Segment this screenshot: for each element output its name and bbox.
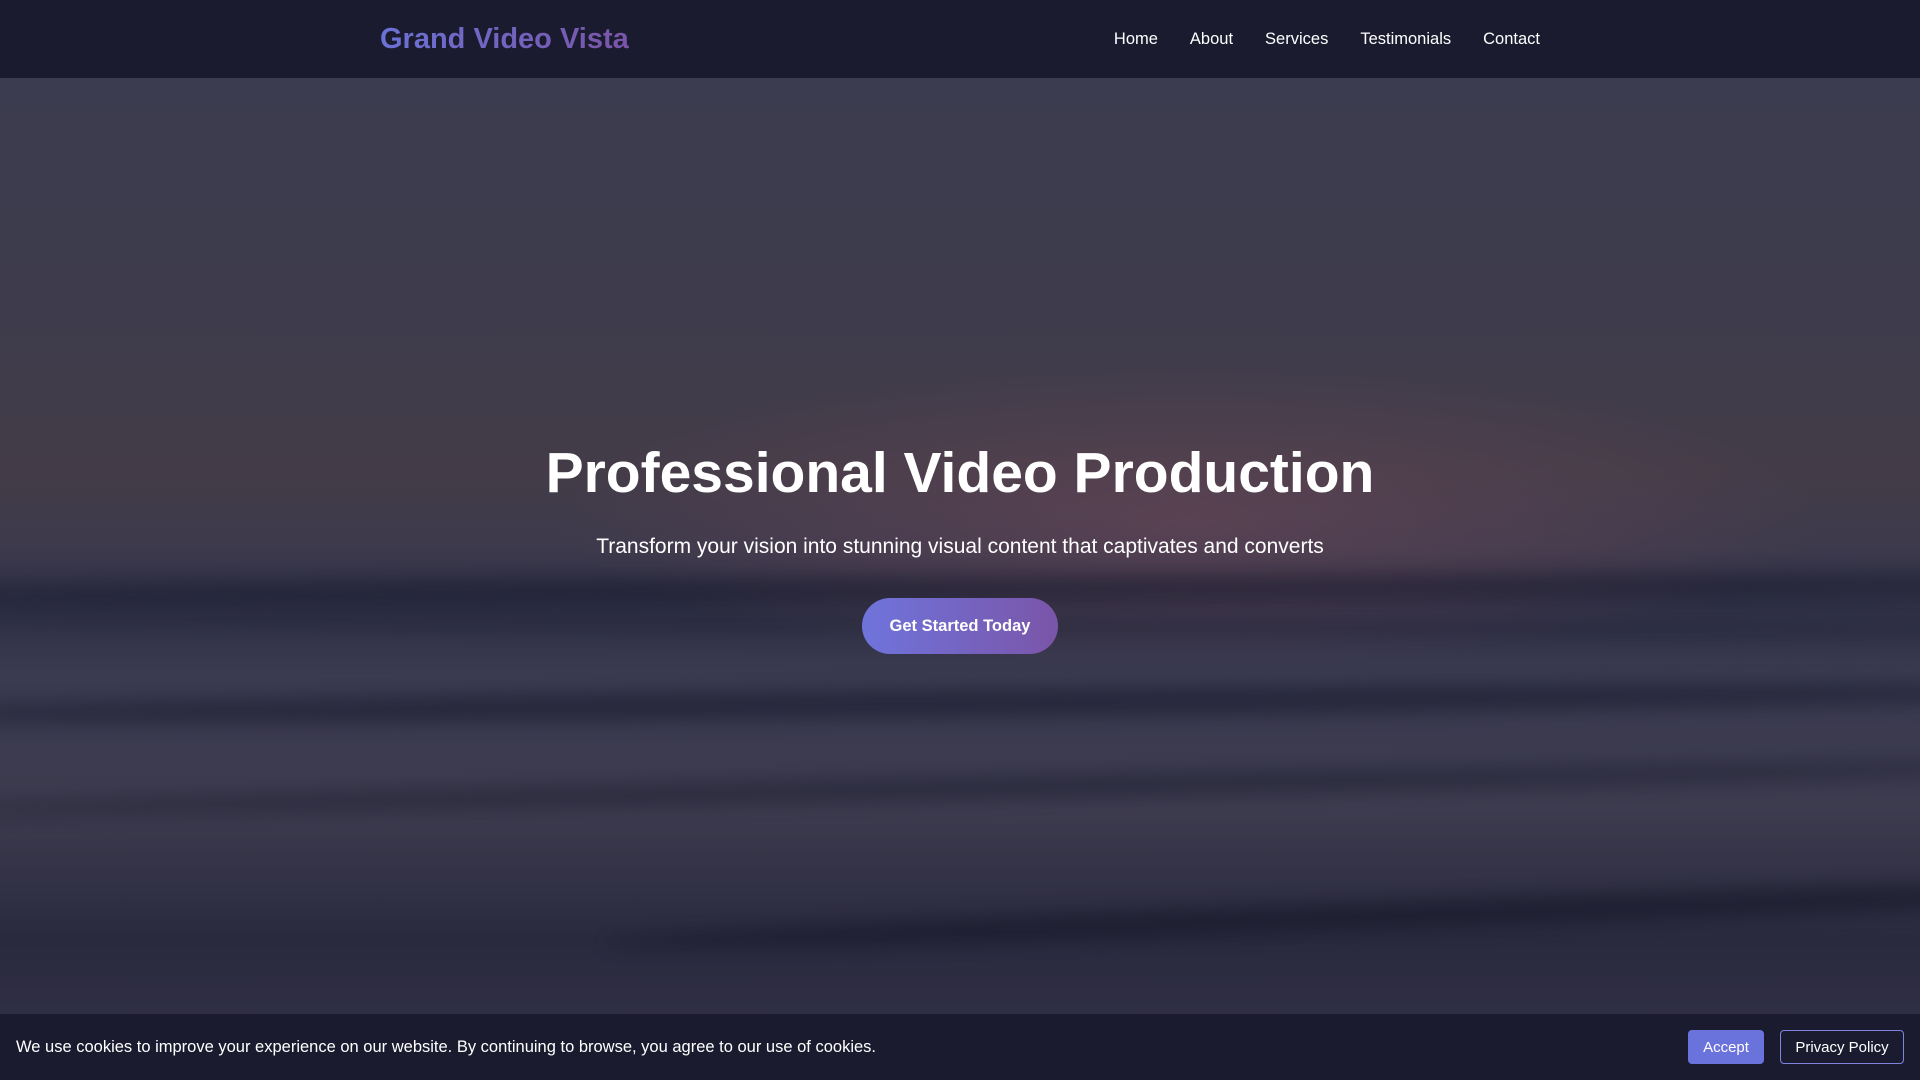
- top-navbar: Grand Video Vista Home About Services Te…: [0, 0, 1920, 78]
- privacy-policy-button[interactable]: Privacy Policy: [1780, 1030, 1904, 1064]
- hero-subtitle: Transform your vision into stunning visu…: [596, 535, 1324, 558]
- nav-link-home[interactable]: Home: [1114, 30, 1158, 48]
- nav-item-home: Home: [1114, 30, 1158, 49]
- hero-content: Professional Video Production Transform …: [0, 78, 1920, 1014]
- nav-item-testimonials: Testimonials: [1360, 30, 1451, 49]
- nav-link-about[interactable]: About: [1190, 30, 1233, 48]
- cookie-banner: We use cookies to improve your experienc…: [0, 1014, 1920, 1080]
- brand-logo[interactable]: Grand Video Vista: [380, 19, 629, 59]
- nav-item-about: About: [1190, 30, 1233, 49]
- cookie-message: We use cookies to improve your experienc…: [16, 1038, 876, 1056]
- accept-cookies-button[interactable]: Accept: [1688, 1030, 1764, 1064]
- nav-item-contact: Contact: [1483, 30, 1540, 49]
- get-started-button[interactable]: Get Started Today: [862, 598, 1058, 654]
- nav-menu: Home About Services Testimonials Contact: [1114, 0, 1540, 78]
- nav-link-services[interactable]: Services: [1265, 30, 1328, 48]
- nav-item-services: Services: [1265, 30, 1328, 49]
- nav-link-testimonials[interactable]: Testimonials: [1360, 30, 1451, 48]
- nav-link-contact[interactable]: Contact: [1483, 30, 1540, 48]
- hero-section: Professional Video Production Transform …: [0, 78, 1920, 1014]
- hero-title: Professional Video Production: [545, 441, 1375, 505]
